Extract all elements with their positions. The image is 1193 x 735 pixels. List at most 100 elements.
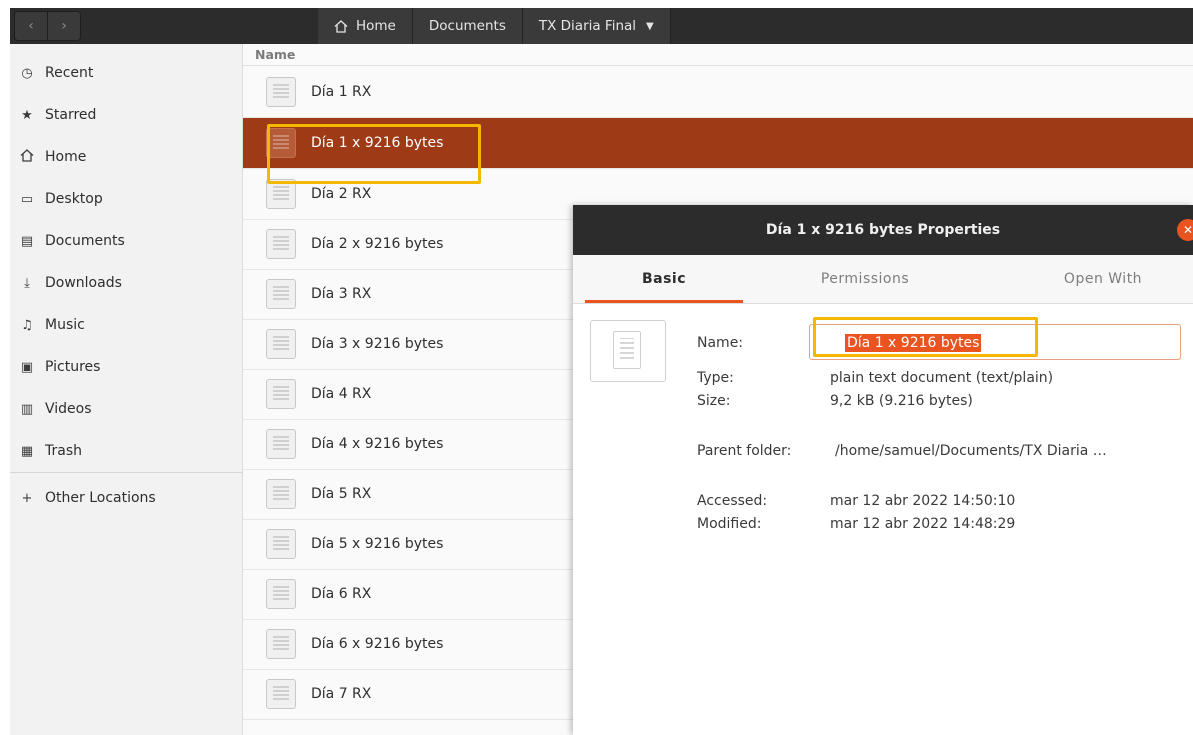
- caret-down-icon[interactable]: ▼: [646, 21, 654, 32]
- sidebar-item-trash[interactable]: ▦ Trash: [10, 436, 242, 466]
- clock-icon: ◷: [21, 65, 33, 81]
- close-icon: ✕: [1182, 223, 1193, 237]
- properties-dialog: Día 1 x 9216 bytes Properties ✕ Basic Pe…: [573, 205, 1193, 735]
- tab-open-with-label: Open With: [1063, 271, 1143, 287]
- sidebar-item-label: Recent: [45, 65, 94, 81]
- file-name: Día 5 x 9216 bytes: [311, 536, 444, 552]
- sidebar-item-recent[interactable]: ◷ Recent: [10, 58, 242, 88]
- column-header-name[interactable]: Name: [243, 44, 1193, 66]
- text-file-icon: [266, 429, 296, 459]
- annotation-highlight-name-field: [813, 317, 1038, 357]
- breadcrumb-current-folder[interactable]: TX Diaria Final ▼: [522, 8, 671, 44]
- plus-icon: +: [21, 490, 33, 506]
- sidebar-item-label: Starred: [45, 107, 97, 123]
- accessed-value: mar 12 abr 2022 14:50:10: [830, 493, 1016, 509]
- text-file-icon: [266, 229, 296, 259]
- text-file-icon: [266, 679, 296, 709]
- file-name: Día 6 RX: [311, 586, 372, 602]
- breadcrumb-home[interactable]: Home: [318, 8, 413, 44]
- close-button[interactable]: ✕: [1177, 219, 1193, 241]
- tab-basic[interactable]: Basic: [585, 255, 743, 303]
- sidebar-item-desktop[interactable]: ▭ Desktop: [10, 184, 242, 214]
- size-value: 9,2 kB (9.216 bytes): [830, 393, 973, 409]
- sidebar-item-other-locations[interactable]: + Other Locations: [10, 483, 242, 513]
- sidebar-item-label: Music: [45, 317, 85, 333]
- name-label: Name:: [697, 335, 744, 351]
- breadcrumb-documents[interactable]: Documents: [412, 8, 523, 44]
- file-name: Día 3 RX: [311, 286, 372, 302]
- file-name: Día 6 x 9216 bytes: [311, 636, 444, 652]
- sidebar-item-label: Other Locations: [45, 490, 156, 506]
- sidebar-divider: [10, 472, 242, 473]
- sidebar-item-label: Home: [45, 149, 87, 165]
- modified-label: Modified:: [697, 516, 762, 532]
- dialog-titlebar: Día 1 x 9216 bytes Properties: [573, 205, 1193, 255]
- sidebar: ◷ Recent ★ Starred Home ▭ Desktop ▤ Docu…: [10, 44, 243, 735]
- size-label: Size:: [697, 393, 731, 409]
- chevron-left-icon: ‹: [28, 18, 34, 34]
- sidebar-item-label: Videos: [45, 401, 92, 417]
- desktop-icon: ▭: [20, 191, 34, 207]
- music-icon: ♫: [21, 317, 33, 333]
- header-bar: ‹ › Home Documents TX Diaria Final ▼: [10, 8, 1193, 44]
- sidebar-item-label: Downloads: [45, 275, 122, 291]
- dialog-title: Día 1 x 9216 bytes Properties: [765, 222, 1001, 238]
- sidebar-item-label: Desktop: [45, 191, 103, 207]
- video-icon: ▥: [20, 401, 34, 417]
- modified-value: mar 12 abr 2022 14:48:29: [830, 516, 1016, 532]
- file-name: Día 7 RX: [311, 686, 372, 702]
- text-file-icon: [266, 629, 296, 659]
- sidebar-item-label: Documents: [45, 233, 125, 249]
- file-type-icon: [590, 320, 666, 382]
- file-name: Día 2 RX: [311, 186, 372, 202]
- forward-button[interactable]: ›: [48, 11, 81, 41]
- text-file-icon: [266, 77, 296, 107]
- document-icon: ▤: [20, 233, 34, 249]
- tab-permissions[interactable]: Permissions: [795, 255, 935, 303]
- file-name: Día 1 RX: [311, 84, 372, 100]
- back-button[interactable]: ‹: [14, 11, 48, 41]
- sidebar-item-downloads[interactable]: ⤓ Downloads: [10, 268, 242, 298]
- file-name: Día 5 RX: [311, 486, 372, 502]
- list-item[interactable]: Día 1 RX: [243, 67, 1193, 118]
- text-file-icon: [266, 479, 296, 509]
- download-icon: ⤓: [24, 275, 30, 291]
- sidebar-item-music[interactable]: ♫ Music: [10, 310, 242, 340]
- text-file-icon: [266, 379, 296, 409]
- file-name: Día 4 x 9216 bytes: [311, 436, 444, 452]
- picture-icon: ▣: [20, 359, 34, 375]
- tab-basic-label: Basic: [641, 271, 687, 287]
- annotation-highlight-selected-file: [267, 124, 481, 184]
- sidebar-item-starred[interactable]: ★ Starred: [10, 100, 242, 130]
- file-name: Día 3 x 9216 bytes: [311, 336, 444, 352]
- sidebar-item-videos[interactable]: ▥ Videos: [10, 394, 242, 424]
- home-icon: [18, 148, 36, 166]
- breadcrumb-documents-label: Documents: [428, 18, 506, 34]
- sidebar-item-label: Trash: [45, 443, 82, 459]
- star-icon: ★: [21, 107, 33, 123]
- sidebar-item-documents[interactable]: ▤ Documents: [10, 226, 242, 256]
- sidebar-item-pictures[interactable]: ▣ Pictures: [10, 352, 242, 382]
- breadcrumb-current-label: TX Diaria Final: [538, 18, 637, 34]
- trash-icon: ▦: [20, 443, 34, 459]
- sidebar-item-home[interactable]: Home: [10, 142, 242, 172]
- file-name: Día 4 RX: [311, 386, 372, 402]
- home-icon: [334, 19, 348, 33]
- text-file-icon: [266, 529, 296, 559]
- chevron-right-icon: ›: [61, 18, 67, 34]
- breadcrumb: Home Documents TX Diaria Final ▼: [318, 8, 671, 44]
- text-file-icon: [266, 279, 296, 309]
- breadcrumb-home-label: Home: [356, 18, 396, 34]
- tab-open-with[interactable]: Open With: [1028, 255, 1178, 303]
- text-file-icon: [266, 329, 296, 359]
- dialog-tabs: Basic Permissions Open With: [573, 255, 1193, 304]
- column-header-label: Name: [255, 47, 296, 62]
- tab-permissions-label: Permissions: [820, 271, 910, 287]
- nav-buttons: ‹ ›: [14, 11, 110, 41]
- type-value: plain text document (text/plain): [830, 370, 1054, 386]
- accessed-label: Accessed:: [697, 493, 768, 509]
- parent-folder-value[interactable]: /home/samuel/Documents/TX Diaria …: [835, 443, 1107, 459]
- text-file-icon: [266, 579, 296, 609]
- type-label: Type:: [697, 370, 734, 386]
- parent-folder-label: Parent folder:: [697, 443, 792, 459]
